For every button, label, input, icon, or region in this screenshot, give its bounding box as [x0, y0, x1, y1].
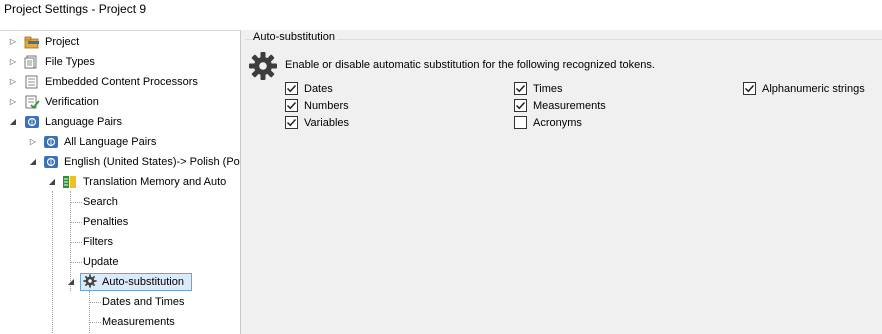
tree-item-project[interactable]: ▷ Project — [0, 32, 240, 52]
tree-item-label: Filters — [83, 236, 113, 248]
checkbox-label: Dates — [304, 83, 333, 95]
checkbox-box[interactable] — [285, 116, 298, 129]
tree-item-filters[interactable]: Filters — [0, 232, 240, 252]
tree-item-label: Translation Memory and Auto — [83, 176, 227, 188]
language-pair-icon — [44, 136, 58, 148]
checkbox-box[interactable] — [285, 82, 298, 95]
translation-memory-icon — [63, 176, 76, 188]
language-pairs-icon — [25, 116, 39, 128]
collapse-arrow-icon[interactable]: ◢ — [66, 272, 76, 292]
tree-item-auto-substitution[interactable]: ◢ Auto-substitution — [0, 272, 240, 292]
tree-item-measurements[interactable]: Measurements — [0, 312, 240, 332]
tree-item-penalties[interactable]: Penalties — [0, 212, 240, 232]
expand-arrow-icon[interactable]: ▷ — [8, 32, 18, 52]
expand-arrow-icon[interactable]: ▷ — [8, 92, 18, 112]
settings-tree[interactable]: ▷ Project ▷ File Types ▷ Embedded Conten… — [0, 30, 241, 334]
tree-item-label: Language Pairs — [45, 116, 123, 128]
collapse-arrow-icon[interactable]: ◢ — [47, 172, 57, 192]
language-pair-icon — [44, 156, 58, 168]
project-icon — [24, 36, 39, 49]
tree-item-label: Dates and Times — [102, 296, 185, 308]
tree-item-file-types[interactable]: ▷ File Types — [0, 52, 240, 72]
checkbox-box[interactable] — [743, 82, 756, 95]
tree-item-label: Auto-substitution — [102, 276, 184, 288]
description-text: Enable or disable automatic substitution… — [285, 59, 655, 71]
verification-icon — [25, 95, 40, 109]
collapse-arrow-icon[interactable]: ◢ — [28, 152, 38, 172]
tree-item-verification[interactable]: ▷ Verification — [0, 92, 240, 112]
expand-arrow-icon[interactable]: ▷ — [8, 52, 18, 72]
tree-item-embedded-content-processors[interactable]: ▷ Embedded Content Processors — [0, 72, 240, 92]
tree-item-label: Project — [45, 36, 80, 48]
tree-item-label: Search — [83, 196, 118, 208]
expand-arrow-icon[interactable]: ▷ — [8, 72, 18, 92]
checkbox-box[interactable] — [514, 116, 527, 129]
file-types-icon — [24, 55, 37, 69]
tree-item-english-polish[interactable]: ◢ English (United States)-> Polish (Po — [0, 152, 240, 172]
checkbox-label: Acronyms — [533, 117, 582, 129]
checkbox-box[interactable] — [514, 99, 527, 112]
tree-item-update[interactable]: Update — [0, 252, 240, 272]
tree-item-label: All Language Pairs — [64, 136, 157, 148]
checkbox-label: Variables — [304, 117, 350, 129]
gear-icon — [249, 52, 277, 80]
group-divider — [245, 39, 882, 40]
tree-item-label: Embedded Content Processors — [45, 76, 198, 88]
embedded-content-icon — [25, 75, 38, 89]
tree-item-language-pairs[interactable]: ◢ Language Pairs — [0, 112, 240, 132]
checkbox-label: Alphanumeric strings — [762, 83, 865, 95]
tree-item-search[interactable]: Search — [0, 192, 240, 212]
group-title: Auto-substitution — [253, 31, 337, 43]
collapse-arrow-icon[interactable]: ◢ — [8, 112, 18, 132]
tree-item-dates-and-times[interactable]: Dates and Times — [0, 292, 240, 312]
tree-item-label: Penalties — [83, 216, 129, 228]
tree-item-translation-memory[interactable]: ◢ Translation Memory and Auto — [0, 172, 240, 192]
checkbox-label: Numbers — [304, 100, 349, 112]
checkbox-box[interactable] — [514, 82, 527, 95]
gear-icon — [83, 274, 97, 288]
settings-content: Auto-substitution Enable or disable auto… — [245, 30, 882, 334]
tree-item-label: Measurements — [102, 316, 175, 328]
tree-item-label: English (United States)-> Polish (Po — [64, 156, 240, 168]
tree-item-all-language-pairs[interactable]: ▷ All Language Pairs — [0, 132, 240, 152]
tree-item-label: File Types — [45, 56, 95, 68]
tree-item-label: Verification — [45, 96, 99, 108]
tree-item-label: Update — [83, 256, 119, 268]
checkbox-box[interactable] — [285, 99, 298, 112]
expand-arrow-icon[interactable]: ▷ — [28, 132, 38, 152]
checkbox-label: Measurements — [533, 100, 606, 112]
checkbox-label: Times — [533, 83, 563, 95]
window-title: Project Settings - Project 9 — [0, 0, 882, 22]
